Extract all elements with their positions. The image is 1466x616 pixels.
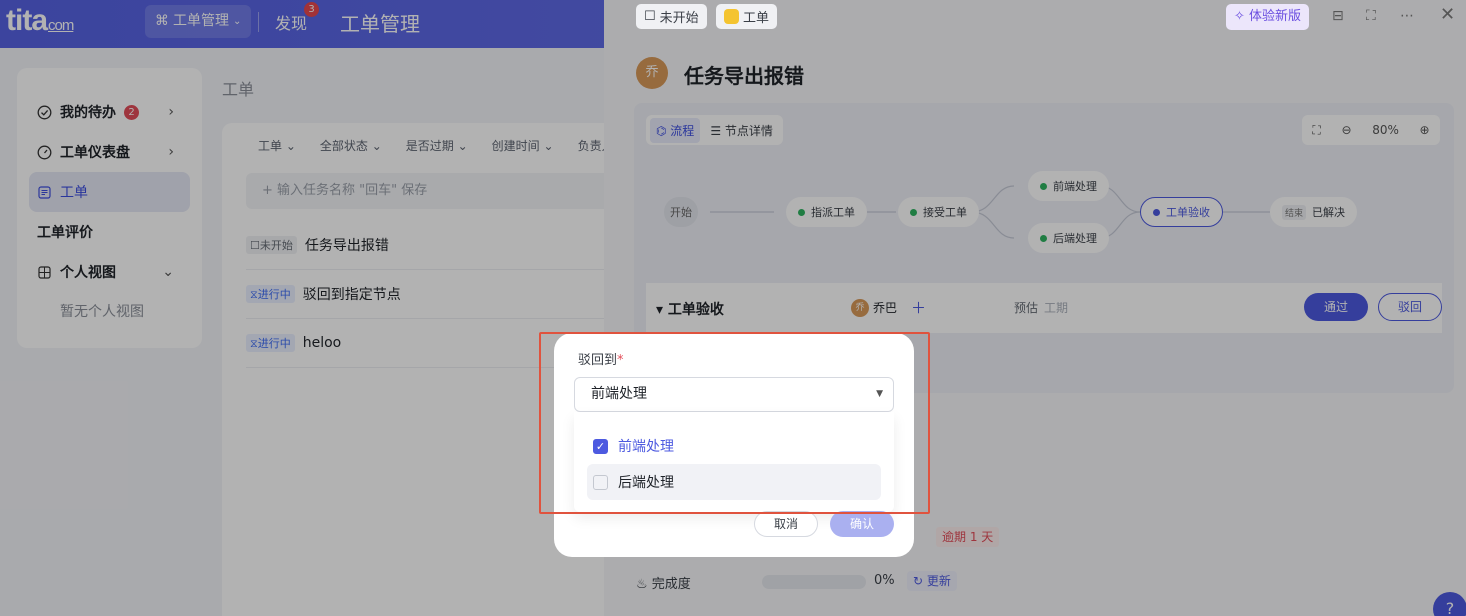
close-icon[interactable]: ✕: [1440, 4, 1455, 25]
caret-down-icon: ▼: [876, 389, 883, 399]
reject-target-dropdown: ✓ 前端处理 后端处理: [574, 412, 894, 512]
type-chip[interactable]: 工单: [716, 4, 778, 29]
checkbox-icon[interactable]: [593, 474, 608, 490]
cancel-button[interactable]: 取消: [754, 511, 818, 537]
confirm-button[interactable]: 确认: [830, 511, 894, 537]
try-new-version-button[interactable]: ✧ 体验新版: [1226, 4, 1310, 30]
square-icon: ☐: [644, 9, 656, 24]
ticket-type-icon: [724, 9, 739, 24]
reject-to-dialog: 驳回到* 前端处理 ▼ ✓ 前端处理 后端处理 取消 确认: [554, 333, 914, 557]
reject-to-label: 驳回到*: [578, 353, 624, 368]
more-icon[interactable]: ⋯: [1400, 8, 1414, 24]
option-backend[interactable]: 后端处理: [587, 464, 881, 500]
option-frontend[interactable]: ✓ 前端处理: [587, 428, 881, 464]
archive-icon[interactable]: ⊟: [1332, 8, 1344, 24]
checkbox-checked-icon[interactable]: ✓: [593, 438, 608, 454]
reject-target-select[interactable]: 前端处理 ▼: [574, 377, 894, 412]
fullscreen-icon[interactable]: ⛶: [1366, 8, 1376, 24]
status-chip[interactable]: ☐ 未开始: [636, 4, 707, 29]
